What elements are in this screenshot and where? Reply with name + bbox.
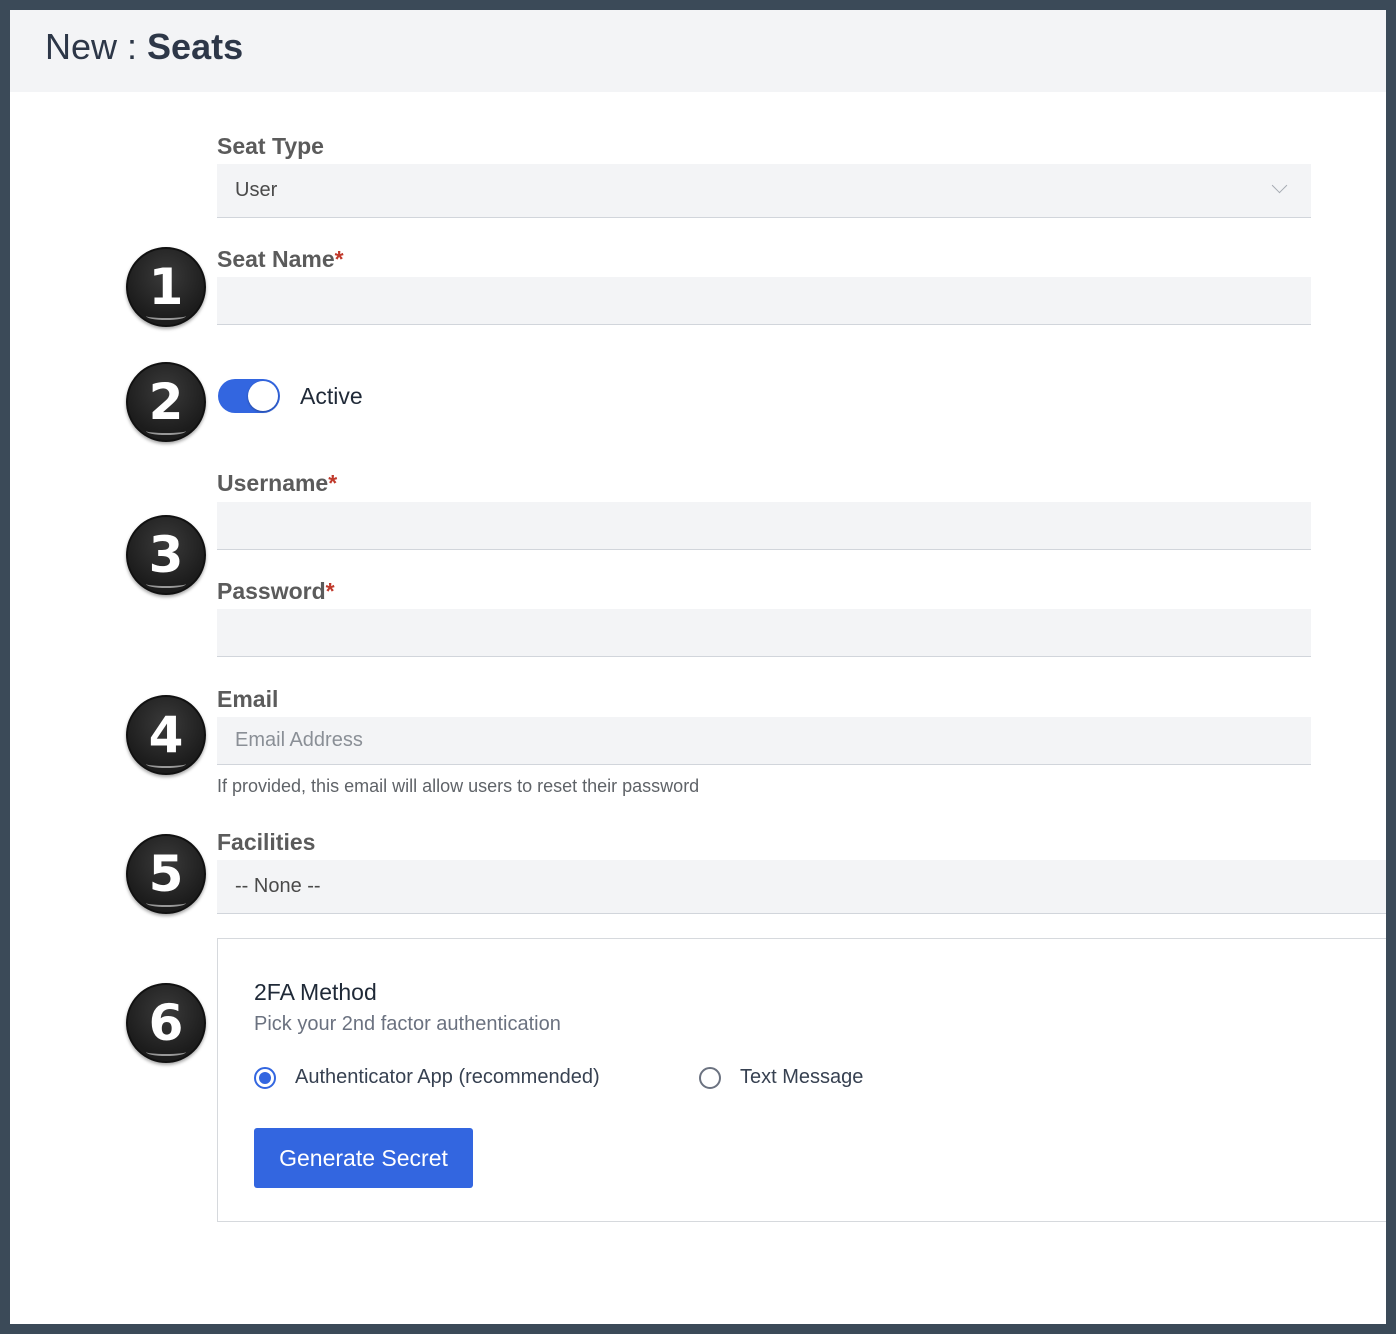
twofa-subtitle: Pick your 2nd factor authentication xyxy=(254,1013,561,1035)
username-label-text: Username xyxy=(217,470,329,496)
step-badge-1: 1 xyxy=(126,247,206,327)
step-badge-6: 6 xyxy=(126,983,206,1063)
toggle-knob xyxy=(248,381,278,411)
seat-name-label-text: Seat Name xyxy=(217,246,335,272)
seat-type-label: Seat Type xyxy=(217,133,324,159)
password-input[interactable] xyxy=(217,609,1311,657)
facilities-label: Facilities xyxy=(217,829,316,855)
form-window: New : Seats Seat Type User 1 Seat Name* … xyxy=(10,10,1386,1324)
email-input[interactable] xyxy=(217,717,1311,765)
page-title: New : Seats xyxy=(45,26,243,68)
step-badge-3: 3 xyxy=(126,515,206,595)
radio-authenticator-app[interactable] xyxy=(254,1067,276,1089)
radio-text-message[interactable] xyxy=(699,1067,721,1089)
title-entity: Seats xyxy=(147,26,244,67)
radio-authenticator-app-label[interactable]: Authenticator App (recommended) xyxy=(295,1066,600,1089)
facilities-select[interactable]: -- None -- xyxy=(217,860,1386,914)
twofa-title: 2FA Method xyxy=(254,979,377,1005)
email-help-text: If provided, this email will allow users… xyxy=(217,776,700,796)
email-label: Email xyxy=(217,686,279,712)
title-prefix: New : xyxy=(45,26,148,67)
required-mark: * xyxy=(334,246,344,272)
required-mark: * xyxy=(325,578,335,604)
active-label: Active xyxy=(300,383,363,409)
step-badge-2: 2 xyxy=(126,362,206,442)
generate-secret-button[interactable]: Generate Secret xyxy=(254,1128,473,1188)
chevron-down-icon xyxy=(1271,177,1288,194)
required-mark: * xyxy=(328,470,338,496)
seat-type-select[interactable]: User xyxy=(217,164,1311,218)
password-label: Password* xyxy=(217,578,335,605)
facilities-value: -- None -- xyxy=(235,875,321,897)
page-header: New : Seats xyxy=(10,10,1386,92)
seat-type-value: User xyxy=(235,179,278,201)
username-input[interactable] xyxy=(217,502,1311,550)
active-toggle[interactable] xyxy=(218,379,280,413)
seat-name-label: Seat Name* xyxy=(217,246,344,273)
step-badge-4: 4 xyxy=(126,695,206,775)
radio-text-message-label[interactable]: Text Message xyxy=(740,1066,863,1089)
seat-name-input[interactable] xyxy=(217,277,1311,325)
twofa-panel: 2FA Method Pick your 2nd factor authenti… xyxy=(217,938,1386,1222)
step-badge-5: 5 xyxy=(126,834,206,914)
password-label-text: Password xyxy=(217,578,326,604)
username-label: Username* xyxy=(217,470,337,497)
